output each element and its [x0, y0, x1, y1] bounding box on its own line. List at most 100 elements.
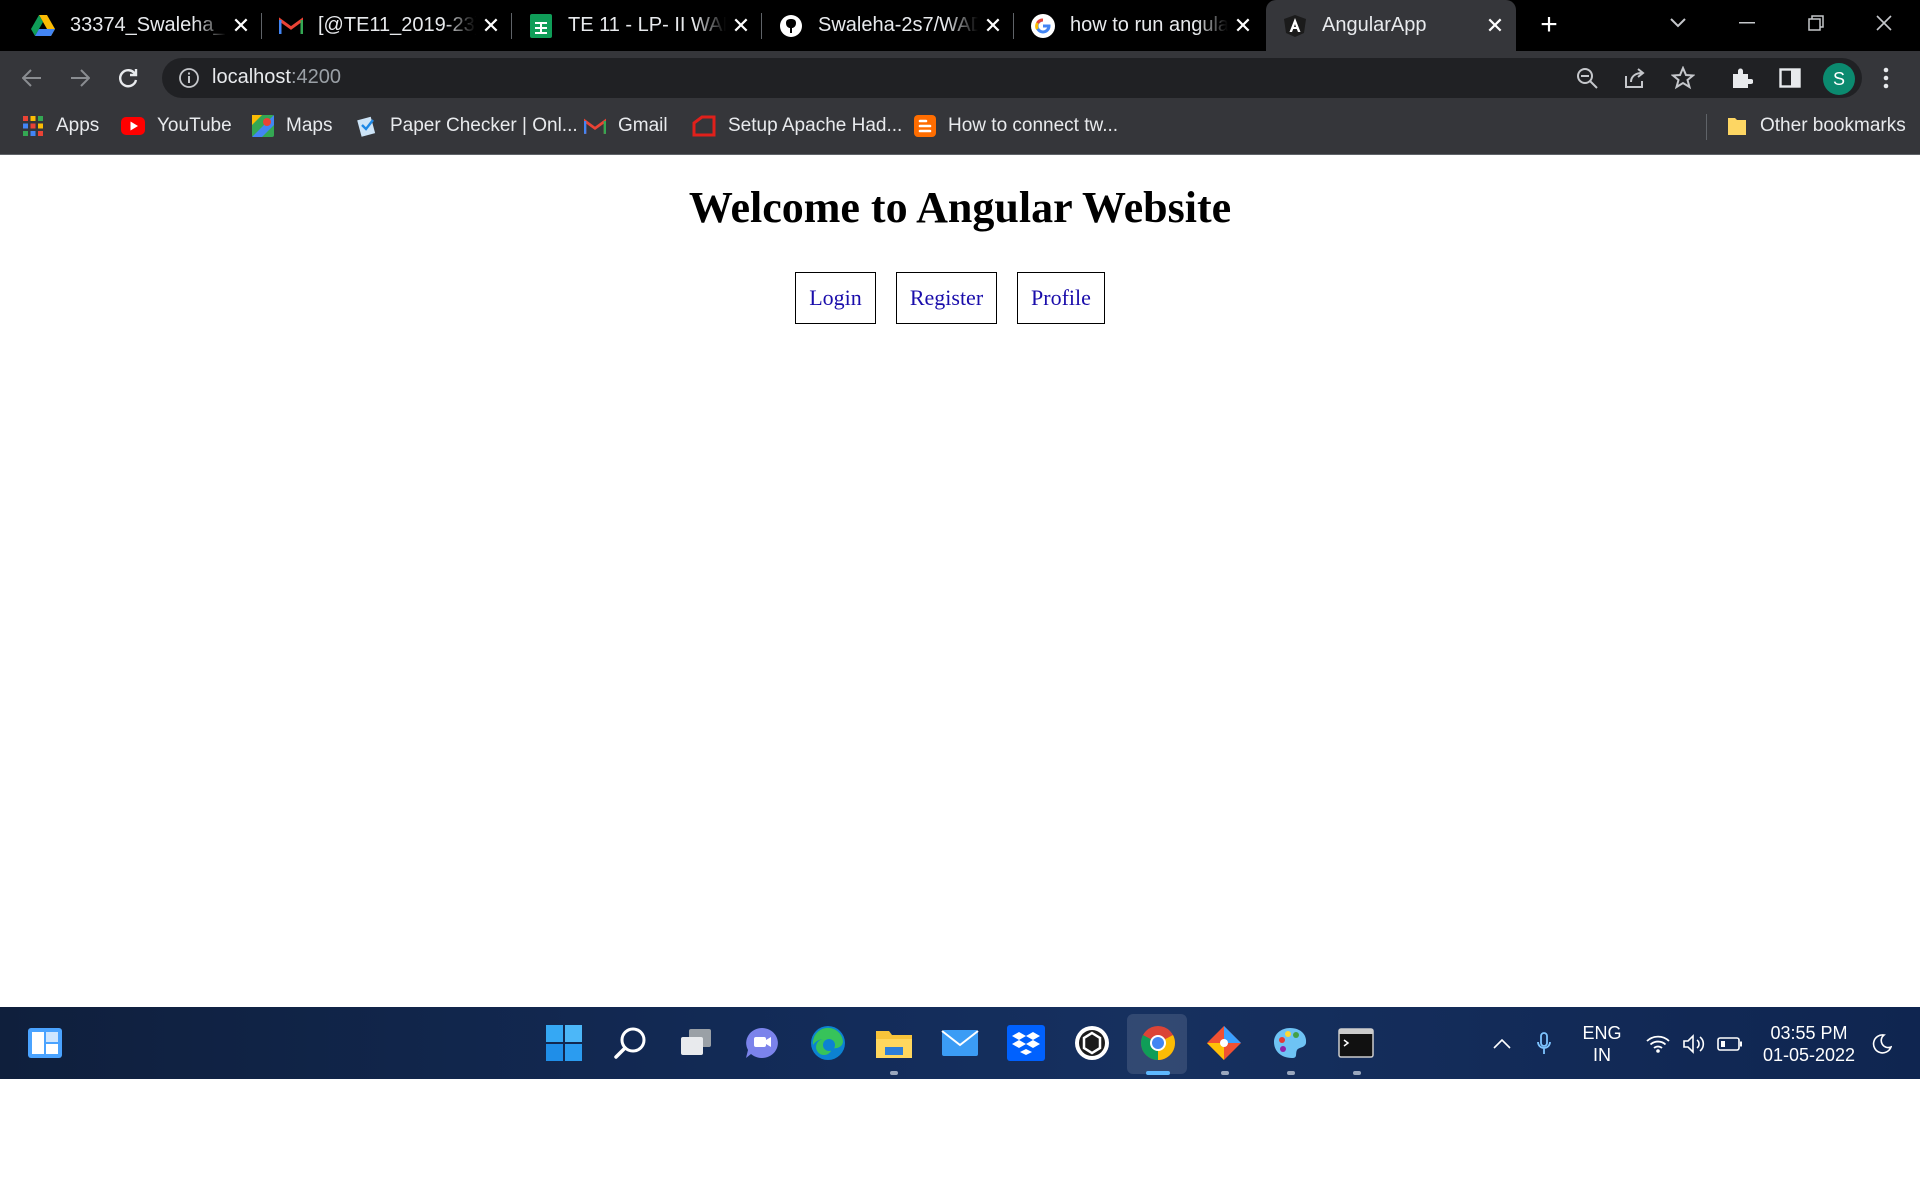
side-panel-icon[interactable] [1770, 58, 1810, 98]
bookmark-apps[interactable]: Apps [22, 104, 99, 148]
edge-browser-icon[interactable] [805, 1020, 851, 1066]
maps-icon [252, 115, 274, 137]
battery-icon[interactable] [1710, 1024, 1750, 1064]
tab-title: [@TE11_2019-23] Fwd [318, 14, 476, 36]
close-icon[interactable]: ✕ [476, 11, 506, 41]
bookmarks-divider [1706, 114, 1707, 140]
close-icon[interactable]: ✕ [1228, 11, 1258, 41]
page-title: Welcome to Angular Website [688, 183, 1232, 232]
google-icon [1030, 13, 1056, 39]
red-site-icon [692, 115, 716, 137]
tab-title: how to run angular [1070, 14, 1228, 36]
tray-chevron-up-icon[interactable] [1482, 1024, 1522, 1064]
bookmark-maps[interactable]: Maps [252, 104, 332, 148]
tab-gmail[interactable]: [@TE11_2019-23] Fwd ✕ [262, 0, 512, 51]
close-icon[interactable]: ✕ [226, 11, 256, 41]
mail-icon[interactable] [937, 1020, 983, 1066]
focus-moon-icon[interactable] [1862, 1024, 1902, 1064]
gmail-icon [278, 13, 304, 39]
bookmark-youtube[interactable]: YouTube [121, 104, 232, 148]
zoom-out-icon[interactable] [1567, 58, 1607, 98]
bookmark-label: Setup Apache Had... [728, 115, 903, 136]
reload-icon[interactable] [108, 58, 148, 98]
bookmark-label: Paper Checker | Onl... [390, 115, 578, 136]
microphone-icon[interactable] [1524, 1024, 1564, 1064]
region-code: IN [1593, 1045, 1611, 1065]
widgets-icon[interactable] [22, 1020, 68, 1066]
blogger-icon [914, 115, 936, 137]
close-icon[interactable]: ✕ [726, 11, 756, 41]
profile-avatar[interactable]: S [1823, 63, 1855, 95]
url-text[interactable]: localhost:4200 [212, 66, 341, 89]
back-arrow-icon[interactable] [12, 58, 52, 98]
terminal-icon[interactable] [1333, 1020, 1379, 1066]
bookmark-star-icon[interactable] [1663, 58, 1703, 98]
dropbox-icon[interactable] [1003, 1020, 1049, 1066]
running-indicator [1221, 1071, 1229, 1075]
volume-icon[interactable] [1674, 1024, 1714, 1064]
tab-strip: 33374_Swaleha_Shaikh ✕ [@TE11_2019-23] F… [0, 0, 1920, 51]
language-indicator[interactable]: ENG IN [1574, 1022, 1630, 1066]
close-window-icon[interactable] [1864, 3, 1904, 43]
apps-grid-icon [22, 115, 44, 137]
site-info-icon[interactable] [178, 67, 200, 89]
windows-start-icon[interactable] [541, 1020, 587, 1066]
tab-title: AngularApp [1322, 14, 1427, 36]
task-view-icon[interactable] [673, 1020, 719, 1066]
tab-title: TE 11 - LP- II WADL [568, 14, 726, 36]
google-sheets-icon [528, 13, 554, 39]
file-explorer-icon[interactable] [871, 1020, 917, 1066]
close-icon[interactable]: ✕ [1480, 11, 1510, 41]
running-indicator [1287, 1071, 1295, 1075]
tab-angularapp-active[interactable]: AngularApp ✕ [1266, 0, 1516, 51]
active-indicator [1146, 1071, 1170, 1075]
clock-time: 03:55 PM [1770, 1023, 1848, 1043]
bookmark-label: How to connect tw... [948, 115, 1119, 136]
language-code: ENG [1582, 1023, 1622, 1043]
bookmark-label: Maps [286, 115, 333, 136]
tab-drive[interactable]: 33374_Swaleha_Shaikh ✕ [0, 0, 262, 51]
chrome-menu-kebab-icon[interactable] [1866, 58, 1906, 98]
tab-github[interactable]: Swaleha-2s7/WADL ✕ [762, 0, 1014, 51]
bookmark-label: Gmail [618, 115, 668, 136]
forward-arrow-icon[interactable] [60, 58, 100, 98]
close-icon[interactable]: ✕ [978, 11, 1008, 41]
paper-checker-icon [356, 115, 378, 137]
bookmark-gmail[interactable]: Gmail [584, 104, 668, 148]
other-bookmarks-label: Other bookmarks [1760, 115, 1906, 136]
url-host: localhost [212, 66, 291, 88]
tab-title: 33374_Swaleha_Shaikh [70, 14, 226, 36]
angular-icon [1282, 13, 1308, 39]
chrome-icon[interactable] [1135, 1020, 1181, 1066]
register-link[interactable]: Register [896, 272, 997, 324]
google-drive-icon [30, 13, 56, 39]
search-icon[interactable] [607, 1020, 653, 1066]
extensions-puzzle-icon[interactable] [1722, 58, 1762, 98]
tab-sheets[interactable]: TE 11 - LP- II WADL ✕ [512, 0, 762, 51]
tab-google-search[interactable]: how to run angular ✕ [1014, 0, 1264, 51]
address-bar[interactable]: localhost:4200 [162, 58, 1862, 98]
share-icon[interactable] [1615, 58, 1655, 98]
paint-palette-icon[interactable] [1267, 1020, 1313, 1066]
app-hexagon-icon[interactable] [1069, 1020, 1115, 1066]
new-tab-plus-icon[interactable]: + [1529, 5, 1569, 45]
bookmark-how-to-connect[interactable]: How to connect tw... [914, 104, 1118, 148]
bookmark-paper-checker[interactable]: Paper Checker | Onl... [356, 104, 578, 148]
profile-link[interactable]: Profile [1017, 272, 1105, 324]
url-port: :4200 [290, 66, 341, 88]
bookmark-setup-apache[interactable]: Setup Apache Had... [692, 104, 902, 148]
clock-date: 01-05-2022 [1762, 1045, 1856, 1065]
github-icon [778, 13, 804, 39]
other-bookmarks-folder[interactable]: Other bookmarks [1726, 104, 1906, 148]
tab-search-chevron-icon[interactable] [1658, 3, 1698, 43]
running-indicator [1353, 1071, 1361, 1075]
restore-icon[interactable] [1796, 3, 1836, 43]
wifi-icon[interactable] [1638, 1024, 1678, 1064]
git-tool-icon[interactable] [1201, 1020, 1247, 1066]
minimize-icon[interactable] [1727, 3, 1767, 43]
login-link[interactable]: Login [795, 272, 876, 324]
folder-icon [1726, 115, 1748, 137]
clock[interactable]: 03:55 PM 01-05-2022 [1756, 1022, 1862, 1066]
tab-title: Swaleha-2s7/WADL [818, 14, 978, 36]
teams-chat-icon[interactable] [739, 1020, 785, 1066]
